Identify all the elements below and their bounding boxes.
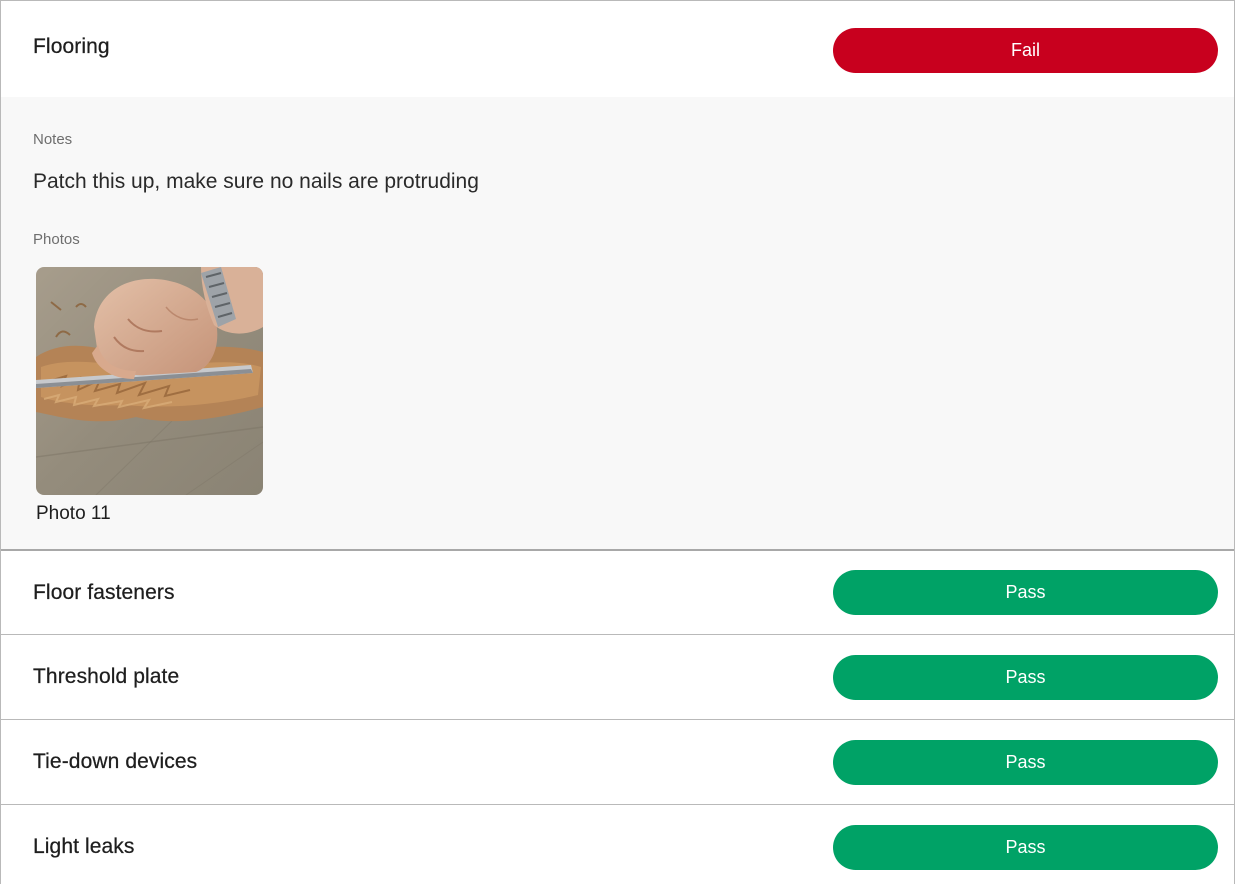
row-title: Light leaks	[33, 835, 135, 858]
row-title: Tie-down devices	[33, 750, 198, 773]
pass-status-button[interactable]: Pass	[833, 654, 1218, 700]
checklist-row-light-leaks: Light leaks Pass	[1, 804, 1234, 889]
pass-status-button[interactable]: Pass	[833, 739, 1218, 785]
fail-status-button[interactable]: Fail	[833, 28, 1218, 73]
photos-label: Photos	[33, 231, 80, 248]
floor-damage-photo	[36, 267, 263, 495]
checklist-row-floor-fasteners: Floor fasteners Pass	[1, 549, 1234, 634]
row-title: Floor fasteners	[33, 580, 175, 604]
notes-text: Patch this up, make sure no nails are pr…	[33, 170, 479, 193]
checklist-row-flooring: Flooring Fail	[1, 0, 1234, 97]
pass-status-button[interactable]: Pass	[833, 570, 1218, 615]
row-title: Flooring	[33, 35, 110, 58]
photo-thumbnail[interactable]	[36, 267, 263, 495]
photo-caption: Photo 11	[36, 503, 111, 524]
pass-status-button[interactable]: Pass	[833, 824, 1218, 870]
checklist-row-tie-down-devices: Tie-down devices Pass	[1, 719, 1234, 804]
row-title: Threshold plate	[33, 665, 180, 688]
checklist-row-threshold-plate: Threshold plate Pass	[1, 634, 1234, 719]
flooring-detail-panel: Notes Patch this up, make sure no nails …	[1, 97, 1234, 549]
notes-label: Notes	[33, 131, 73, 148]
inspection-checklist: Flooring Fail Notes Patch this up, make …	[0, 0, 1235, 884]
